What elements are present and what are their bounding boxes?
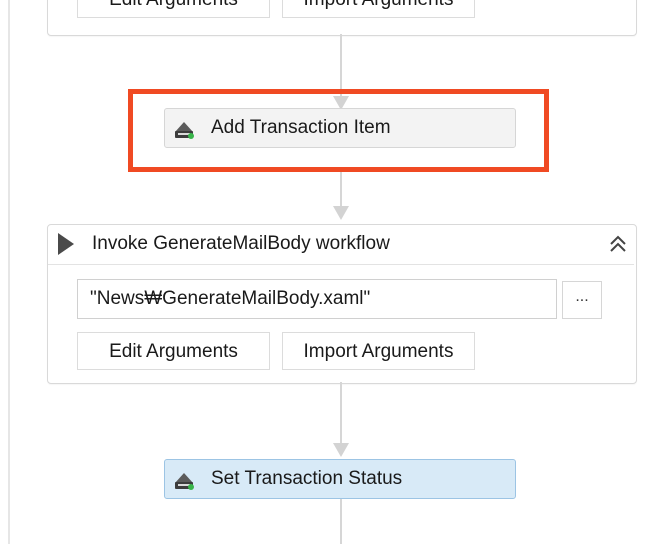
import-arguments-button[interactable]: Import Arguments xyxy=(282,332,475,370)
flow-arrow xyxy=(333,206,349,220)
connector-line xyxy=(340,499,342,544)
invoke-header-divider xyxy=(48,264,634,265)
queue-activity-icon xyxy=(175,473,194,490)
browse-button[interactable]: ... xyxy=(562,281,602,319)
set-transaction-status-activity[interactable]: Set Transaction Status xyxy=(164,459,516,499)
previous-import-arguments-button[interactable]: Import Arguments xyxy=(282,0,475,18)
flow-arrow xyxy=(333,443,349,457)
connector-line xyxy=(340,172,342,210)
workflow-path-input[interactable] xyxy=(77,279,557,319)
invoke-workflow-title: Invoke GenerateMailBody workflow xyxy=(92,233,390,254)
play-icon xyxy=(58,233,74,255)
previous-edit-arguments-button[interactable]: Edit Arguments xyxy=(77,0,270,18)
highlight-box xyxy=(128,89,549,172)
designer-left-rail xyxy=(8,0,10,544)
edit-arguments-button[interactable]: Edit Arguments xyxy=(77,332,270,370)
set-transaction-status-label: Set Transaction Status xyxy=(211,468,403,489)
double-chevron-up-icon[interactable] xyxy=(607,233,629,255)
connector-line xyxy=(340,382,342,448)
